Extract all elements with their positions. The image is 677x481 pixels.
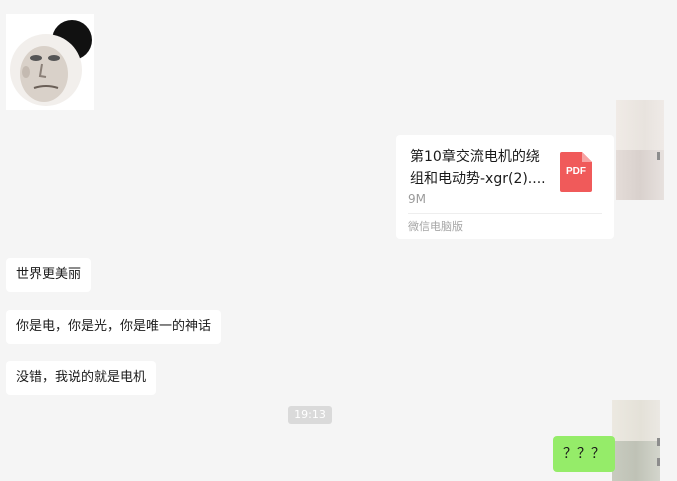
file-message-card[interactable]: 第10章交流电机的绕 组和电动势-xgr(2).... 9M 微信电脑版 PDF <box>396 135 614 239</box>
pdf-file-icon: PDF <box>560 152 592 192</box>
self-avatar[interactable] <box>616 100 664 200</box>
avatar-edge-mark <box>657 438 660 446</box>
sent-message-bubble[interactable]: ？？？ <box>553 436 615 472</box>
file-source-label: 微信电脑版 <box>408 220 463 233</box>
message-bubble[interactable]: 没错，我说的就是电机 <box>6 361 157 395</box>
message-bubble[interactable]: 世界更美丽 <box>6 258 92 292</box>
self-avatar[interactable] <box>612 400 660 481</box>
pdf-type-label: PDF <box>566 166 586 177</box>
sticker-image[interactable] <box>6 14 94 110</box>
file-card-divider <box>408 213 602 214</box>
message-timestamp: 19:13 <box>288 406 332 424</box>
avatar-edge-mark <box>657 152 660 160</box>
panda-meme-sticker <box>6 14 94 110</box>
file-size: 9M <box>408 192 426 206</box>
file-name: 第10章交流电机的绕 组和电动势-xgr(2).... <box>410 149 546 187</box>
message-bubble[interactable]: 你是电，你是光，你是唯一的神话 <box>6 310 222 344</box>
avatar-edge-mark <box>657 458 660 466</box>
